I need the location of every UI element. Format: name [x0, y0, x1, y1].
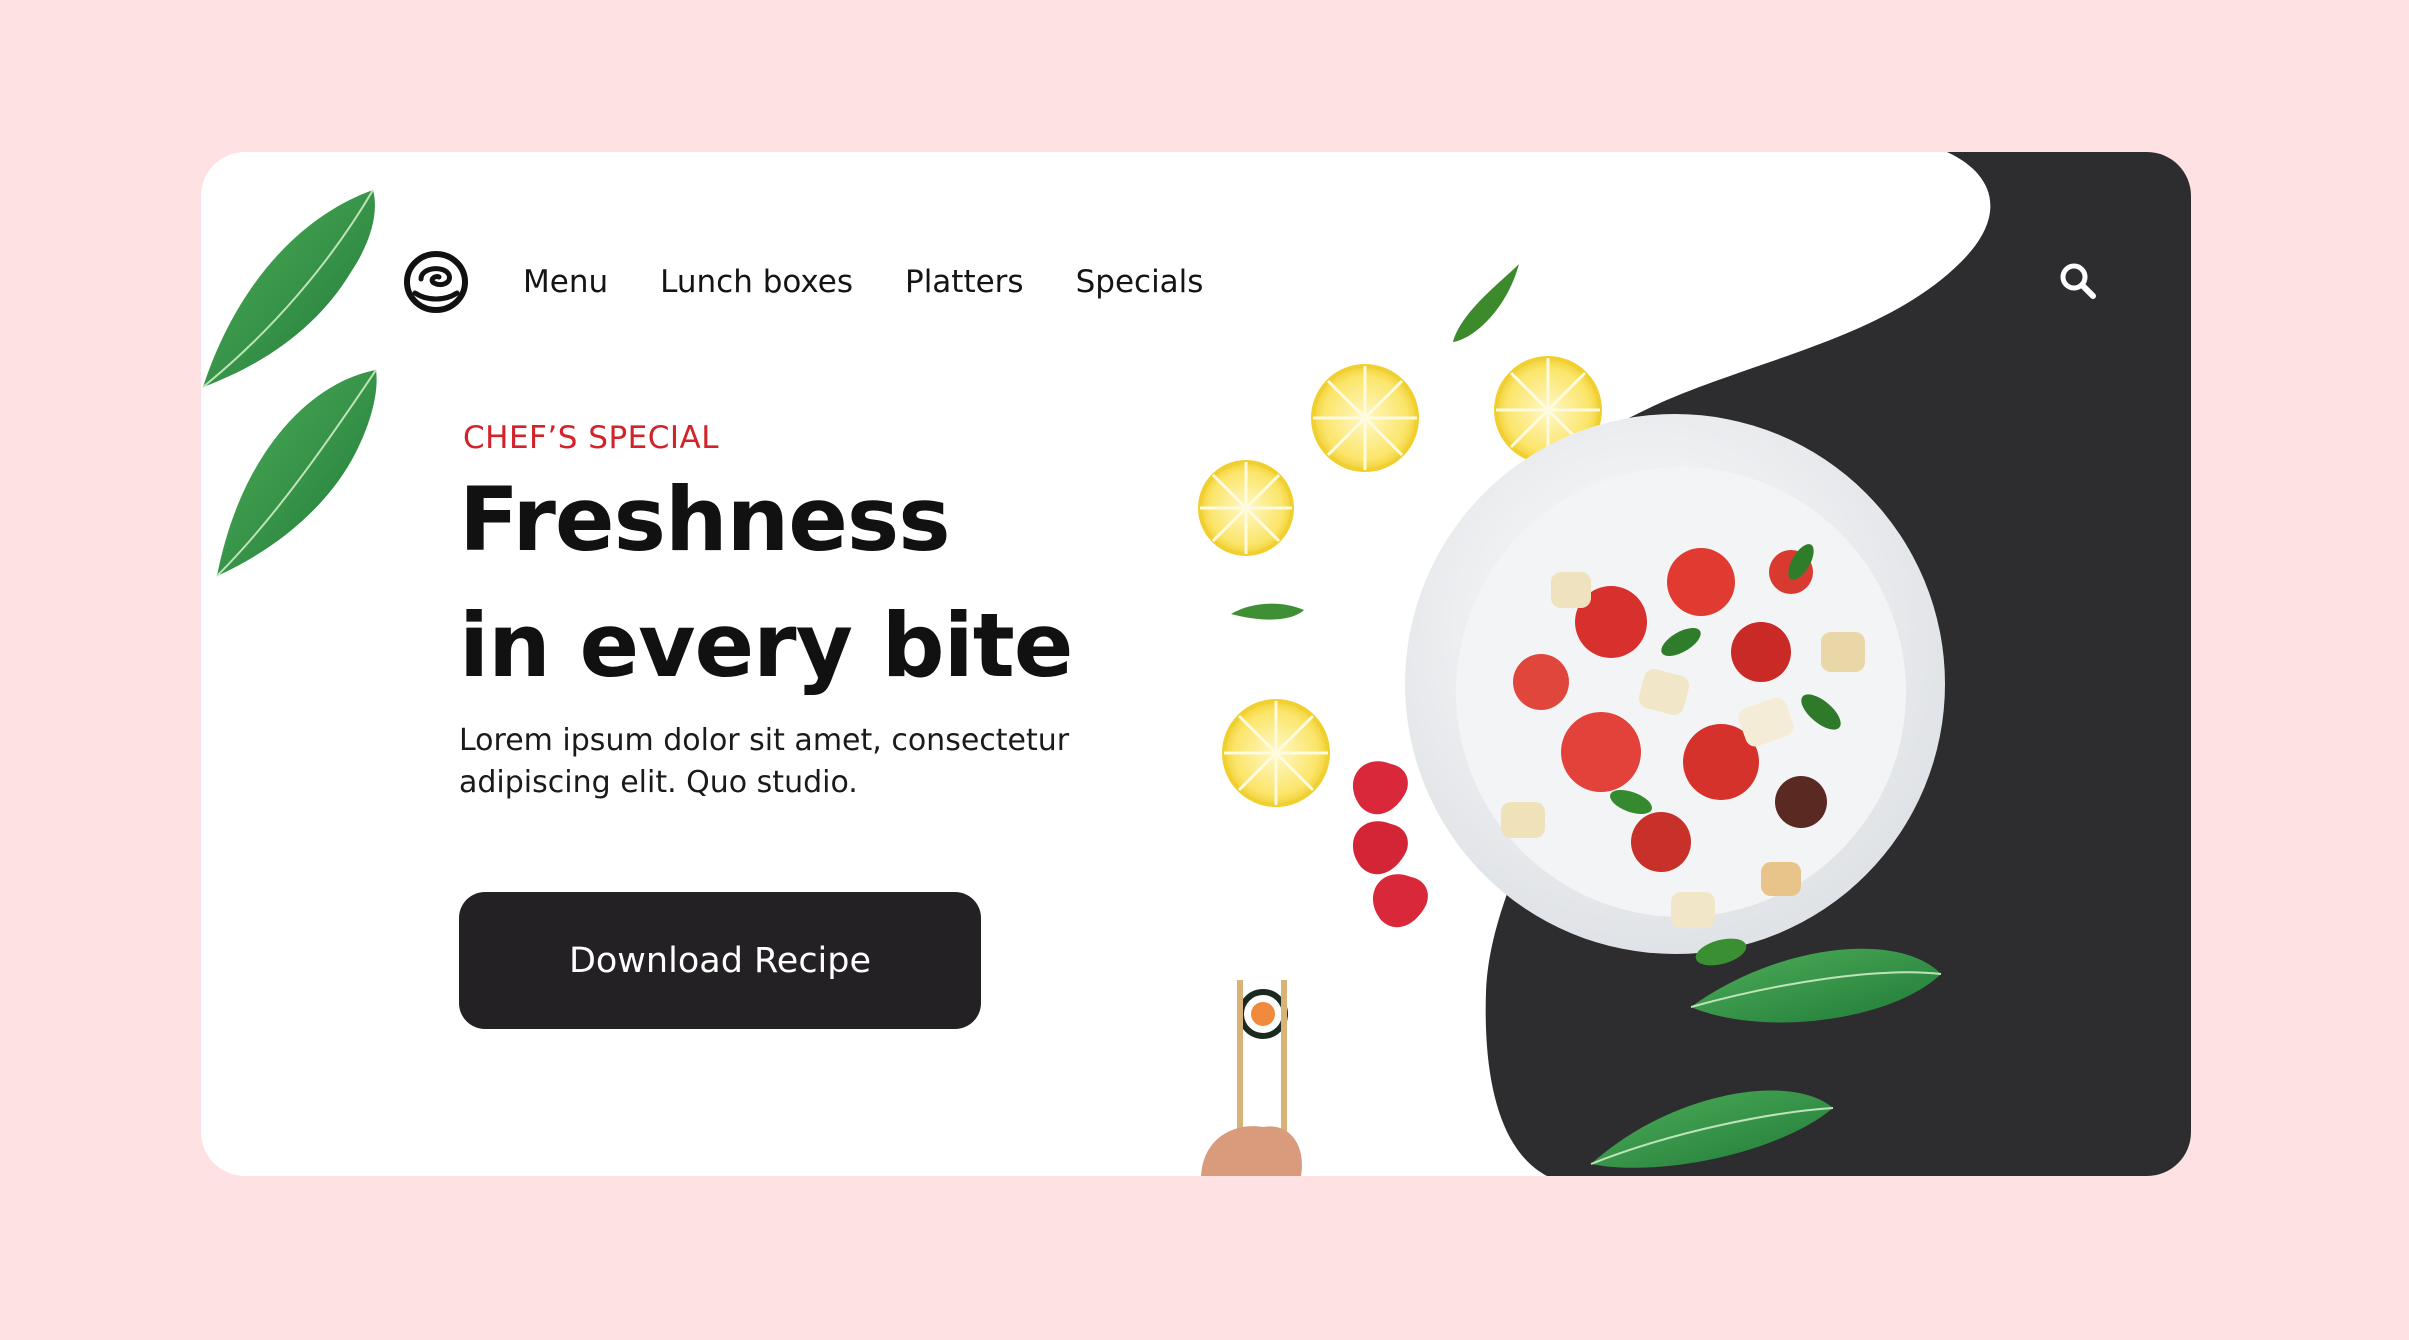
main-nav: Menu Lunch boxes Platters Specials: [523, 256, 1255, 308]
leaf-icon: [1590, 1090, 1834, 1168]
hero-description: Lorem ipsum dolor sit amet, consectetur …: [459, 720, 1119, 804]
nav-item-platters[interactable]: Platters: [905, 264, 1024, 300]
strawberry-icon: [1352, 761, 1428, 928]
nav-item-specials[interactable]: Specials: [1076, 264, 1204, 300]
chopsticks-sushi-icon: [1201, 980, 1302, 1176]
description-line-2: adipiscing elit. Quo studio.: [459, 765, 858, 800]
description-line-1: Lorem ipsum dolor sit amet, consectetur: [459, 723, 1070, 758]
sushi-roll-logo-icon[interactable]: [403, 249, 469, 315]
hero-card: Menu Lunch boxes Platters Specials CHEF’…: [201, 152, 2191, 1176]
lemon-slice-icon: [1222, 699, 1330, 807]
lemon-slice-icon: [1311, 364, 1419, 472]
eyebrow-label: CHEF’S SPECIAL: [463, 420, 719, 456]
nav-item-menu[interactable]: Menu: [523, 264, 608, 300]
page-title: Freshness in every bite: [459, 457, 1219, 709]
download-recipe-button[interactable]: Download Recipe: [459, 892, 981, 1029]
salad-plate-icon: [1405, 414, 1945, 966]
headline-line-1: Freshness: [459, 468, 951, 571]
headline-line-2: in every bite: [459, 594, 1073, 697]
leaf-icon: [216, 369, 377, 577]
search-icon[interactable]: [2058, 261, 2098, 301]
nav-item-lunch-boxes[interactable]: Lunch boxes: [660, 264, 853, 300]
leaf-icon: [202, 189, 375, 388]
